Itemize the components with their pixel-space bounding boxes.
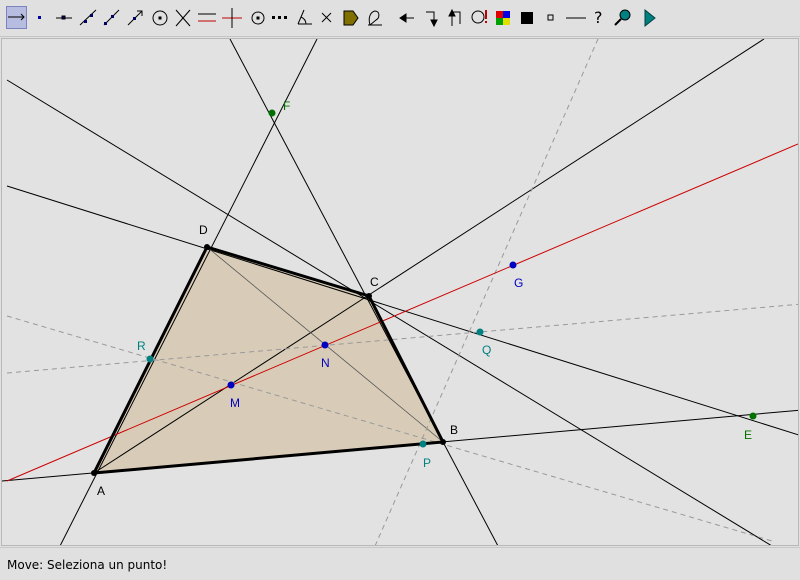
polygon-icon[interactable] [343, 10, 359, 26]
label-A: A [97, 484, 105, 498]
point-C[interactable] [366, 293, 372, 299]
label-B: B [450, 423, 458, 437]
point-Q[interactable] [476, 328, 484, 336]
label-G: G [514, 276, 523, 290]
intersect-icon[interactable] [175, 9, 191, 27]
point-P[interactable] [419, 440, 427, 448]
symmetry-icon[interactable] [272, 16, 287, 19]
point-F[interactable] [268, 109, 276, 117]
point-A[interactable] [91, 470, 97, 476]
angle-icon[interactable] [297, 9, 312, 25]
parallel-icon[interactable] [198, 13, 216, 22]
status-bar: Move: Seleziona un punto! [0, 547, 800, 580]
point-R[interactable] [146, 355, 154, 363]
point-M[interactable] [227, 381, 235, 389]
line-FG[interactable] [6, 79, 772, 545]
point-G[interactable] [509, 261, 517, 269]
label-Q: Q [482, 343, 491, 357]
toolbar: ? [0, 0, 800, 37]
delete-icon[interactable] [321, 12, 332, 23]
segment-icon[interactable] [56, 15, 72, 20]
status-text: Move: Seleziona un punto! [7, 558, 168, 572]
line-PQ[interactable] [374, 39, 599, 545]
line-icon[interactable] [79, 9, 97, 26]
play-icon[interactable] [644, 8, 656, 28]
point-E[interactable] [749, 412, 757, 420]
step-back-icon[interactable] [448, 8, 461, 26]
help-icon[interactable]: ? [594, 8, 603, 27]
move-arrow-icon[interactable] [8, 13, 25, 21]
drawing-canvas[interactable]: A B C D E F G M N P Q R [1, 38, 799, 546]
point-style-icon[interactable] [547, 14, 554, 21]
label-F: F [283, 99, 290, 113]
point-N[interactable] [321, 341, 329, 349]
perpendicular-icon[interactable] [222, 8, 242, 28]
label-E: E [744, 428, 752, 442]
label-D: D [199, 223, 208, 237]
diagonal-AC[interactable] [93, 39, 765, 474]
undo-arrow-icon[interactable] [399, 13, 414, 23]
label-R: R [137, 339, 146, 353]
vector-icon[interactable] [127, 10, 143, 26]
measure-icon[interactable] [368, 10, 382, 26]
magnifier-icon[interactable] [614, 9, 631, 26]
fill-square-icon[interactable] [521, 12, 533, 24]
ray-icon[interactable] [103, 9, 120, 26]
check-icon[interactable] [471, 10, 487, 24]
point-icon[interactable] [38, 16, 41, 19]
label-P: P [423, 456, 431, 470]
color-palette-icon[interactable] [496, 11, 510, 25]
geometry-figure[interactable]: A B C D E F G M N P Q R [2, 39, 798, 545]
svg-text:?: ? [594, 8, 603, 27]
label-M: M [230, 396, 240, 410]
point-B[interactable] [440, 439, 446, 445]
circle-icon[interactable] [152, 10, 168, 26]
label-C: C [370, 275, 379, 289]
step-icon[interactable] [426, 11, 438, 28]
point-D[interactable] [204, 244, 210, 250]
midpoint-icon[interactable] [251, 11, 265, 25]
toolbar-icons: ? [8, 8, 656, 28]
label-N: N [321, 356, 330, 370]
